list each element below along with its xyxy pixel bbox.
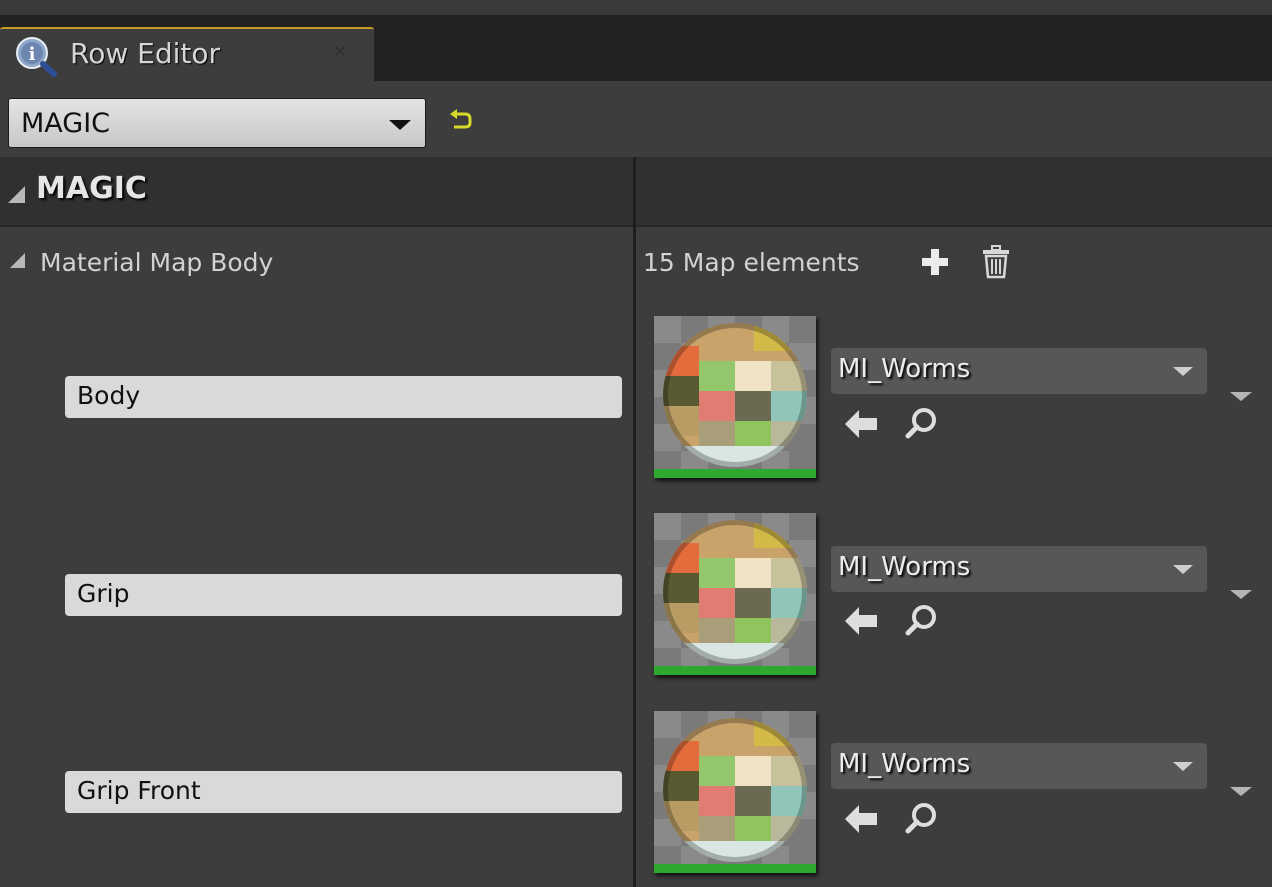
tab-bar: i Row Editor ✕ (0, 15, 1272, 83)
category-header-values (636, 157, 1272, 227)
row-editor-panel: i Row Editor ✕ MAGIC MAGIC Material Map … (0, 0, 1272, 887)
category-header[interactable]: MAGIC (0, 157, 633, 227)
close-icon[interactable]: ✕ (330, 43, 350, 63)
chevron-down-icon (389, 120, 411, 130)
material-asset-picker[interactable]: MI_Worms (831, 743, 1207, 789)
sphere-material-icon (654, 711, 816, 873)
row-select-value: MAGIC (21, 108, 111, 139)
map-key-input[interactable]: Grip (65, 574, 622, 616)
info-magnifier-icon: i (16, 37, 57, 77)
add-icon[interactable] (920, 247, 950, 277)
material-asset-name: MI_Worms (838, 552, 971, 582)
expand-entry-icon[interactable] (1230, 590, 1252, 599)
sphere-material-icon (654, 316, 816, 478)
material-asset-picker[interactable]: MI_Worms (831, 348, 1207, 394)
property-name: Material Map Body (40, 248, 274, 277)
material-thumbnail[interactable] (654, 513, 816, 675)
chevron-down-icon (1173, 565, 1193, 574)
row-select-dropdown[interactable]: MAGIC (8, 98, 426, 148)
map-key-input[interactable]: Body (65, 376, 622, 418)
use-selected-arrow-icon[interactable] (845, 805, 877, 833)
tab-title: Row Editor (70, 37, 220, 70)
collapse-arrow-icon[interactable] (10, 253, 25, 268)
browse-magnifier-icon[interactable] (905, 802, 937, 834)
use-selected-arrow-icon[interactable] (845, 410, 877, 438)
svg-text:i: i (29, 44, 36, 65)
collapse-arrow-icon[interactable] (8, 186, 25, 203)
use-selected-arrow-icon[interactable] (845, 607, 877, 635)
material-asset-name: MI_Worms (838, 354, 971, 384)
property-values-pane: 15 Map elements MI_Worms MI_Worms MI_Wor… (636, 157, 1272, 887)
property-names-pane: MAGIC Material Map Body Body Grip Grip F… (0, 157, 633, 887)
material-asset-name: MI_Worms (838, 749, 971, 779)
browse-magnifier-icon[interactable] (905, 407, 937, 439)
sphere-material-icon (654, 513, 816, 675)
map-key-input[interactable]: Grip Front (65, 771, 622, 813)
tab-row-editor[interactable]: i Row Editor ✕ (0, 27, 374, 83)
expand-entry-icon[interactable] (1230, 787, 1252, 796)
material-asset-picker[interactable]: MI_Worms (831, 546, 1207, 592)
reset-to-default-icon[interactable] (448, 109, 474, 133)
row-toolbar: MAGIC (0, 81, 1272, 157)
expand-entry-icon[interactable] (1230, 392, 1252, 401)
chevron-down-icon (1173, 762, 1193, 771)
chevron-down-icon (1173, 367, 1193, 376)
trash-icon[interactable] (982, 245, 1010, 279)
category-title: MAGIC (36, 171, 147, 206)
browse-magnifier-icon[interactable] (905, 604, 937, 636)
material-thumbnail[interactable] (654, 316, 816, 478)
material-thumbnail[interactable] (654, 711, 816, 873)
map-element-count: 15 Map elements (643, 248, 860, 277)
window-top-strip (0, 0, 1272, 15)
